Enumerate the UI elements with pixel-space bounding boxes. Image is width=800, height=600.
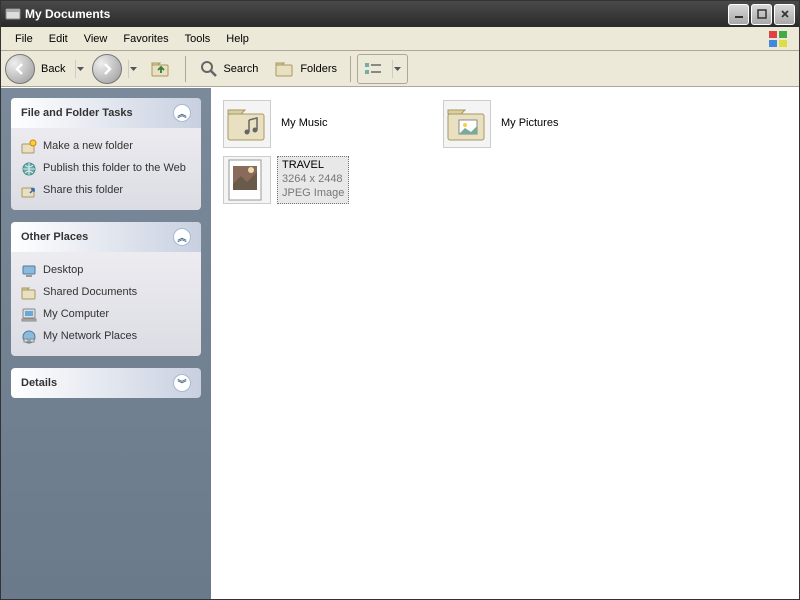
task-make-new-folder[interactable]: Make a new folder [21, 136, 191, 158]
folder-music-icon [223, 100, 271, 148]
up-button[interactable] [143, 54, 179, 84]
back-dropdown[interactable] [75, 60, 84, 78]
item-my-music[interactable]: My Music [219, 96, 439, 152]
menu-tools[interactable]: Tools [177, 30, 219, 48]
place-label: Shared Documents [43, 286, 137, 299]
new-folder-icon [21, 139, 37, 155]
windows-logo-icon [767, 29, 791, 49]
views-dropdown[interactable] [392, 60, 401, 78]
tasks-sidebar: File and Folder Tasks ︽ Make a new folde… [1, 88, 211, 599]
item-dimensions: 3264 x 2448 [282, 173, 344, 187]
panel-title: File and Folder Tasks [21, 107, 133, 119]
task-label: Make a new folder [43, 140, 133, 153]
window-title: My Documents [25, 7, 728, 21]
maximize-button[interactable] [751, 4, 772, 25]
place-label: Desktop [43, 264, 83, 277]
folders-label: Folders [300, 63, 337, 75]
publish-icon [21, 161, 37, 177]
body-area: File and Folder Tasks ︽ Make a new folde… [1, 87, 799, 599]
panel-body-other-places: Desktop Shared Documents My Computer My … [11, 252, 201, 356]
back-button[interactable] [5, 54, 35, 84]
menu-file[interactable]: File [7, 30, 41, 48]
task-share-folder[interactable]: Share this folder [21, 180, 191, 202]
place-desktop[interactable]: Desktop [21, 260, 191, 282]
folders-button[interactable]: Folders [267, 54, 344, 84]
file-list[interactable]: My Music My Pictures TRAVEL 3264 x 2448 … [211, 88, 799, 599]
titlebar[interactable]: My Documents [1, 1, 799, 27]
search-button[interactable]: Search [192, 54, 265, 84]
computer-icon [21, 307, 37, 323]
image-thumbnail-icon [223, 156, 271, 204]
chevron-up-icon: ︽ [173, 228, 191, 246]
toolbar: Back Search Folders [1, 51, 799, 87]
folder-up-icon [150, 58, 172, 80]
forward-button[interactable] [92, 54, 122, 84]
views-button[interactable] [357, 54, 408, 84]
search-label: Search [223, 63, 258, 75]
search-icon [199, 59, 219, 79]
task-label: Share this folder [43, 184, 123, 197]
panel-header-other-places[interactable]: Other Places ︽ [11, 222, 201, 252]
place-label: My Network Places [43, 330, 137, 343]
place-my-computer[interactable]: My Computer [21, 304, 191, 326]
toolbar-separator-2 [350, 56, 351, 82]
place-shared-documents[interactable]: Shared Documents [21, 282, 191, 304]
panel-header-file-tasks[interactable]: File and Folder Tasks ︽ [11, 98, 201, 128]
share-icon [21, 183, 37, 199]
item-name: My Music [281, 117, 327, 131]
menu-edit[interactable]: Edit [41, 30, 76, 48]
chevron-up-icon: ︽ [173, 104, 191, 122]
menu-view[interactable]: View [76, 30, 116, 48]
window-buttons [728, 4, 795, 25]
menu-favorites[interactable]: Favorites [115, 30, 176, 48]
menu-help[interactable]: Help [218, 30, 257, 48]
item-travel-image[interactable]: TRAVEL 3264 x 2448 JPEG Image [219, 152, 439, 208]
network-icon [21, 329, 37, 345]
minimize-button[interactable] [728, 4, 749, 25]
views-icon [364, 61, 384, 77]
folder-icon [21, 285, 37, 301]
item-type: JPEG Image [282, 187, 344, 201]
folder-pictures-icon [443, 100, 491, 148]
item-my-pictures[interactable]: My Pictures [439, 96, 659, 152]
task-label: Publish this folder to the Web [43, 162, 186, 175]
desktop-icon [21, 263, 37, 279]
panel-title: Details [21, 377, 57, 389]
item-name: TRAVEL [282, 159, 344, 173]
item-name: My Pictures [501, 117, 558, 131]
close-button[interactable] [774, 4, 795, 25]
panel-header-details[interactable]: Details ︾ [11, 368, 201, 398]
forward-dropdown[interactable] [128, 60, 137, 78]
panel-other-places: Other Places ︽ Desktop Shared Documents … [11, 222, 201, 356]
task-publish-web[interactable]: Publish this folder to the Web [21, 158, 191, 180]
toolbar-separator [185, 56, 186, 82]
menubar: File Edit View Favorites Tools Help [1, 27, 799, 51]
place-label: My Computer [43, 308, 109, 321]
place-network[interactable]: My Network Places [21, 326, 191, 348]
chevron-down-icon: ︾ [173, 374, 191, 392]
panel-details: Details ︾ [11, 368, 201, 398]
explorer-window: My Documents File Edit View Favorites To… [0, 0, 800, 600]
panel-file-tasks: File and Folder Tasks ︽ Make a new folde… [11, 98, 201, 210]
panel-title: Other Places [21, 231, 88, 243]
app-icon [5, 6, 21, 22]
folders-icon [274, 59, 296, 79]
panel-body-file-tasks: Make a new folder Publish this folder to… [11, 128, 201, 210]
back-label: Back [41, 63, 65, 75]
